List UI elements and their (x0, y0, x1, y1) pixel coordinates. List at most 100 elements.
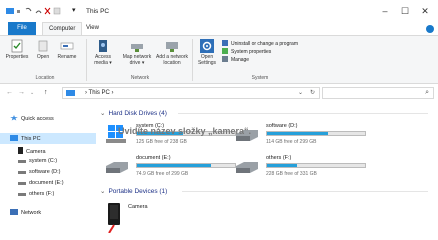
tab-file[interactable]: File (8, 22, 36, 35)
nav-label: system (C:) (29, 158, 58, 164)
forward-button[interactable]: → (18, 89, 25, 96)
customize-toolbar-icon[interactable]: ▾ (72, 7, 76, 15)
portable-section-title: Portable Devices (1) (108, 188, 168, 195)
window-title: This PC (86, 8, 110, 15)
rename-icon (60, 42, 74, 50)
nav-others-f[interactable]: others (F:) (18, 191, 54, 197)
drive-icon (18, 160, 26, 163)
tab-computer[interactable]: Computer (42, 22, 83, 35)
network-location-icon (166, 42, 178, 52)
back-button[interactable]: ← (6, 89, 13, 96)
camera-device-tile[interactable]: Camera (106, 203, 148, 239)
media-icon (99, 40, 107, 52)
drive-icon (106, 162, 128, 173)
hdd-section-title: Hard Disk Drives (4) (108, 110, 167, 117)
drive-icon (18, 171, 26, 174)
computer-icon (10, 135, 18, 141)
caption-overlay: Uvidíte název složky „kamera“. (118, 126, 252, 136)
maximize-button[interactable]: ☐ (398, 5, 412, 17)
nav-this-pc[interactable]: This PC (10, 135, 41, 142)
drive-icon (18, 182, 26, 185)
nav-label: Network (21, 210, 42, 216)
drive-usage-bar (136, 163, 236, 168)
camera-label: Camera (128, 204, 148, 210)
star-icon (10, 115, 18, 121)
nav-label: others (F:) (29, 191, 55, 197)
nav-label: Camera (26, 149, 46, 155)
refresh-icon[interactable]: ↻ (310, 89, 315, 96)
nav-document-e[interactable]: document (E:) (18, 180, 64, 186)
close-button[interactable]: ✕ (418, 5, 432, 17)
collapse-chevron-icon[interactable]: ⌄ (100, 110, 105, 117)
nav-label: document (E:) (29, 180, 64, 186)
properties-label: Properties (5, 54, 29, 60)
add-location-label: Add a network location (156, 54, 188, 66)
rename-label: Rename (57, 54, 77, 60)
up-button[interactable]: ↑ (44, 89, 48, 96)
portable-section-header[interactable]: ⌄ Portable Devices (1) (100, 187, 428, 195)
settings-gear-icon (200, 39, 214, 53)
nav-network[interactable]: Network (10, 209, 41, 216)
uninstall-icon (222, 40, 228, 46)
address-field[interactable]: › This PC › ⌄ ↻ (62, 87, 320, 99)
access-media-button[interactable]: Access media ▾ (88, 39, 118, 66)
minimize-button[interactable]: – (378, 5, 392, 17)
manage-button[interactable]: Manage (222, 56, 249, 64)
drive-name: others (F:) (266, 155, 292, 161)
drive-name: document (E:) (136, 155, 171, 161)
help-icon[interactable] (426, 25, 434, 33)
open-settings-button[interactable]: Open Settings (194, 39, 220, 66)
collapse-chevron-icon[interactable]: ⌄ (100, 188, 105, 195)
nav-camera[interactable]: Camera (18, 147, 46, 155)
quick-access-toolbar[interactable] (5, 7, 65, 15)
search-input[interactable]: ⌕ (322, 87, 434, 99)
system-properties-label: System properties (231, 49, 272, 55)
search-icon: ⌕ (425, 89, 429, 96)
drive-tile[interactable]: software (D:) 114 GB free of 299 GB (236, 121, 396, 151)
open-settings-label: Open Settings (197, 54, 217, 66)
drive-tile[interactable]: others (F:) 228 GB free of 331 GB (236, 153, 396, 183)
add-network-location-button[interactable]: Add a network location (154, 39, 190, 66)
network-group-label: Network (130, 75, 150, 81)
drive-usage-fill (137, 164, 211, 167)
section-divider (182, 191, 428, 192)
drive-usage-bar (266, 163, 366, 168)
uninstall-program-button[interactable]: Uninstall or change a program (222, 40, 298, 48)
drive-name: software (D:) (266, 123, 298, 129)
hdd-section-header[interactable]: ⌄ Hard Disk Drives (4) (100, 109, 428, 117)
nav-software-d[interactable]: software (D:) (18, 169, 60, 175)
address-bar-row: ← → ⌄ ↑ › This PC › ⌄ ↻ ⌕ (0, 85, 438, 101)
ribbon-divider (86, 39, 87, 81)
address-dropdown-icon[interactable]: ⌄ (298, 89, 303, 96)
location-group-label: Location (35, 75, 55, 81)
drive-free-space: 125 GB free of 238 GB (136, 139, 187, 145)
tab-view[interactable]: View (80, 22, 105, 35)
open-icon (38, 40, 48, 52)
drive-usage-bar (266, 131, 366, 136)
drive-usage-fill (267, 132, 328, 135)
system-group-label: System (251, 75, 269, 81)
title-bar: ▾ This PC – ☐ ✕ (0, 0, 438, 22)
nav-system-c[interactable]: system (C:) (18, 158, 57, 164)
drive-usage-fill (267, 164, 298, 167)
manage-icon (222, 56, 228, 62)
uninstall-label: Uninstall or change a program (231, 41, 298, 47)
map-network-drive-button[interactable]: Map network drive ▾ (120, 39, 154, 66)
open-label: Open (36, 54, 50, 60)
map-drive-icon (131, 44, 143, 52)
quick-access-icons[interactable] (5, 7, 65, 15)
access-media-label: Access media ▾ (94, 54, 112, 66)
drive-icon (18, 193, 26, 196)
breadcrumb[interactable]: › This PC › (85, 90, 114, 96)
nav-label: software (D:) (29, 169, 61, 175)
ribbon-tabs: File Computer View (0, 22, 438, 35)
ribbon: Properties Open Rename Location Access m… (0, 35, 438, 84)
nav-label: Quick access (21, 116, 54, 122)
nav-quick-access[interactable]: Quick access (10, 115, 54, 122)
rename-button[interactable]: Rename (52, 39, 82, 61)
drive-icon (236, 162, 258, 173)
system-properties-icon (222, 48, 228, 54)
properties-icon (11, 39, 23, 53)
recent-locations-icon[interactable]: ⌄ (30, 90, 34, 96)
system-properties-button[interactable]: System properties (222, 48, 271, 56)
